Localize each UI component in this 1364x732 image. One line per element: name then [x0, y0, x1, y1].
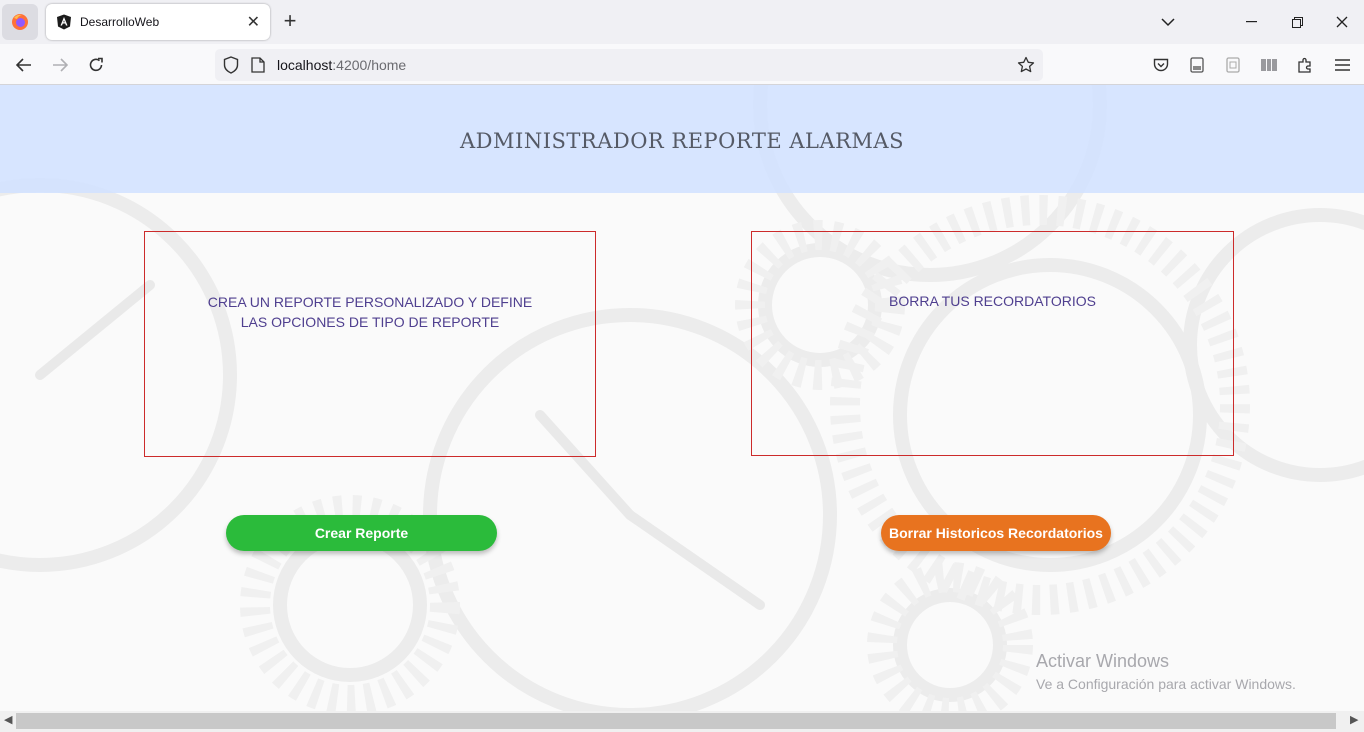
tab-desarrolloweb[interactable]: DesarrolloWeb ✕	[46, 4, 270, 40]
tracking-protection-shield-icon[interactable]	[223, 56, 239, 79]
restore-icon[interactable]	[1274, 0, 1320, 44]
menu-hamburger-icon[interactable]	[1329, 52, 1355, 78]
angular-icon	[57, 14, 71, 30]
horizontal-scrollbar[interactable]: ◀ ▶	[0, 711, 1364, 732]
list-all-tabs-icon[interactable]	[1150, 0, 1186, 44]
url-bar[interactable]: localhost:4200/home	[215, 49, 1043, 81]
forward-icon[interactable]	[47, 52, 73, 78]
extension-icon-1[interactable]	[1184, 52, 1210, 78]
delete-reminders-card-text: BORRA TUS RECORDATORIOS	[889, 293, 1096, 309]
url-text[interactable]: localhost:4200/home	[277, 57, 406, 73]
delete-history-reminders-button[interactable]: Borrar Historicos Recordatorios	[881, 515, 1111, 551]
windows-activation-watermark: Activar Windows Ve a Configuración para …	[1036, 651, 1296, 692]
extension-icon-2[interactable]	[1220, 52, 1246, 78]
create-report-button[interactable]: Crear Reporte	[226, 515, 497, 551]
page-content: ADMINISTRADOR REPORTE ALARMAS CREA UN RE…	[0, 85, 1364, 711]
tab-bar: DesarrolloWeb ✕ +	[0, 0, 1364, 44]
page-info-icon[interactable]	[251, 57, 265, 78]
scroll-left-arrow-icon[interactable]: ◀	[4, 713, 12, 726]
reload-icon[interactable]	[83, 52, 109, 78]
pocket-icon[interactable]	[1148, 52, 1174, 78]
close-tab-icon[interactable]: ✕	[247, 12, 260, 32]
reader-view-icon[interactable]	[1256, 52, 1282, 78]
minimize-icon[interactable]	[1228, 0, 1274, 44]
close-window-icon[interactable]	[1320, 0, 1364, 44]
url-host: localhost	[277, 57, 333, 73]
scroll-right-arrow-icon[interactable]: ▶	[1350, 713, 1358, 726]
delete-reminders-card: BORRA TUS RECORDATORIOS	[751, 231, 1234, 456]
back-icon[interactable]	[11, 52, 37, 78]
url-path: :4200/home	[332, 57, 407, 73]
firefox-view-button[interactable]	[2, 4, 38, 40]
page-title: ADMINISTRADOR REPORTE ALARMAS	[460, 129, 904, 153]
tab-title: DesarrolloWeb	[80, 15, 160, 29]
create-report-card: CREA UN REPORTE PERSONALIZADO Y DEFINE L…	[144, 231, 596, 457]
watermark-title: Activar Windows	[1036, 651, 1170, 671]
firefox-icon	[12, 14, 28, 30]
bookmark-star-icon[interactable]	[1017, 56, 1035, 79]
create-report-card-text: CREA UN REPORTE PERSONALIZADO Y DEFINE L…	[207, 294, 533, 330]
extensions-puzzle-icon[interactable]	[1292, 52, 1318, 78]
watermark-subtitle: Ve a Configuración para activar Windows.	[1036, 676, 1296, 692]
navigation-toolbar: localhost:4200/home	[0, 44, 1364, 85]
scrollbar-thumb[interactable]	[16, 713, 1336, 729]
new-tab-icon[interactable]: +	[278, 10, 302, 34]
